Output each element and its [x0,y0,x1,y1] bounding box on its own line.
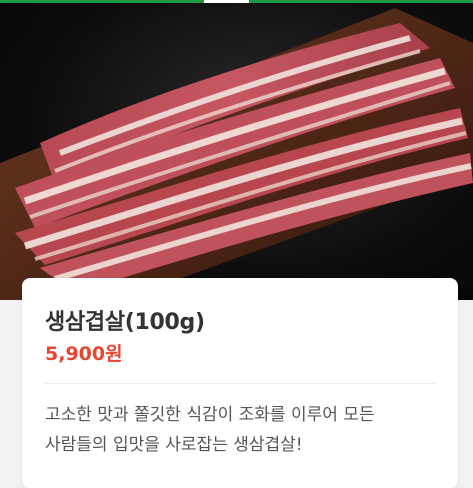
product-name: 생삼겹살(100g) [45,310,205,335]
product-image [0,3,473,300]
product-description: 고소한 맛과 쫄깃한 식감이 조화를 이루어 모든 사람들의 입맛을 사로잡는 … [45,405,375,455]
divider [45,383,435,384]
product-info-card: 생삼겹살(100g) 5,900원 고소한 맛과 쫄깃한 식감이 조화를 이루어… [22,278,458,488]
product-price: 5,900원 [45,343,123,365]
